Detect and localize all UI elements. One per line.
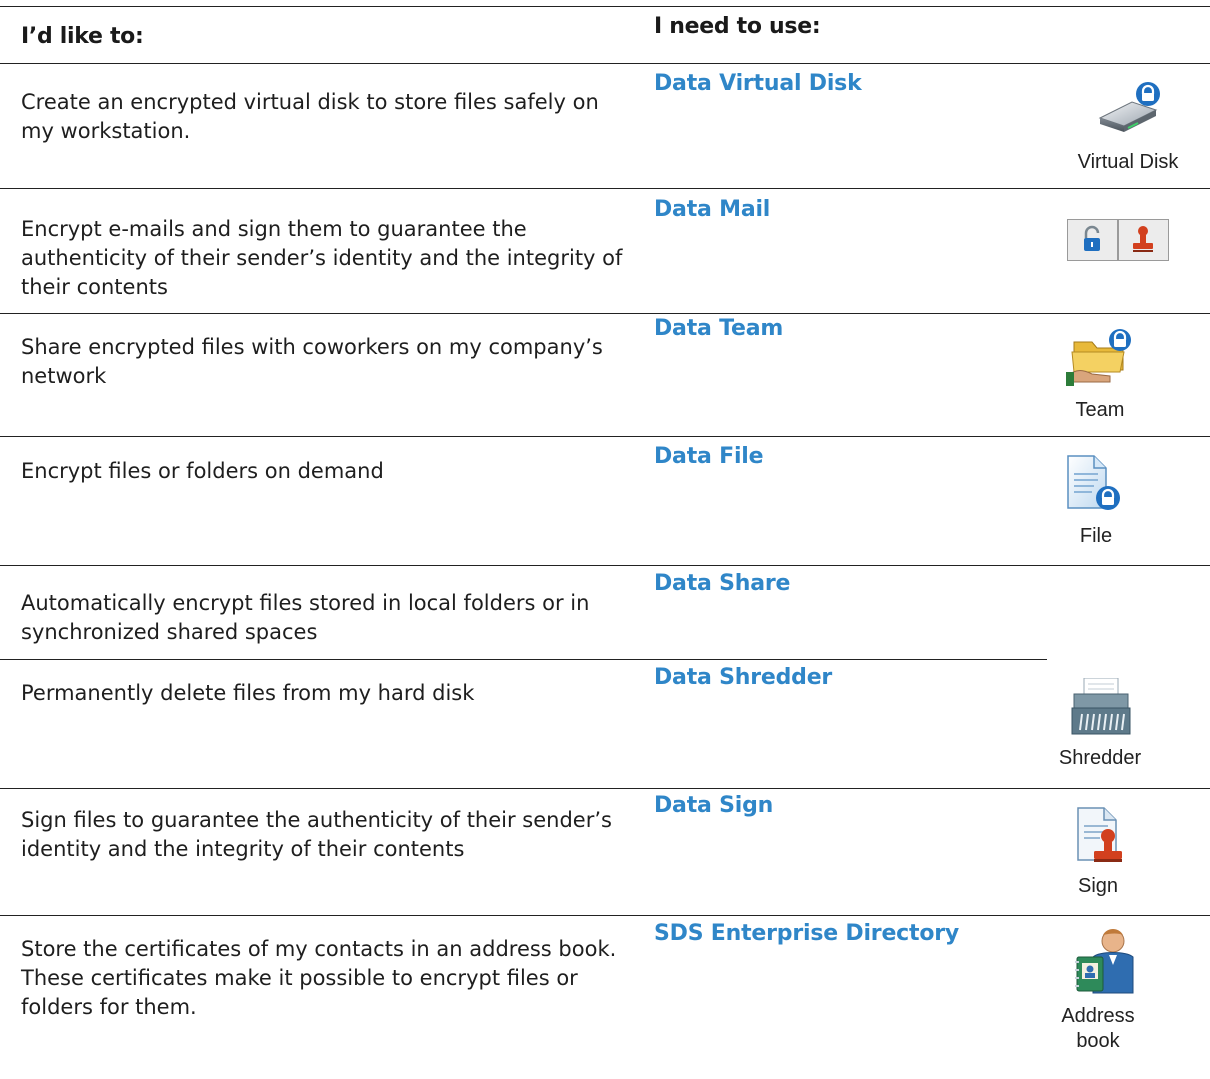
row-rule bbox=[0, 565, 1210, 566]
sign-icon bbox=[1074, 806, 1132, 866]
task-description: Store the certificates of my contacts in… bbox=[21, 937, 617, 1019]
file-icon-label: File bbox=[1079, 525, 1113, 547]
team-icon bbox=[1066, 328, 1134, 386]
row-rule bbox=[0, 915, 1210, 916]
task-description: Encrypt e-mails and sign them to guarant… bbox=[21, 217, 623, 299]
product-link-data-shredder[interactable]: Data Shredder bbox=[654, 665, 832, 690]
column-header-task: I’d like to: bbox=[21, 24, 144, 49]
product-link-data-share[interactable]: Data Share bbox=[654, 571, 790, 596]
row-rule bbox=[0, 436, 1210, 437]
product-link-data-file[interactable]: Data File bbox=[654, 444, 764, 469]
virtual-disk-icon bbox=[1098, 80, 1164, 136]
row-rule bbox=[0, 659, 1047, 660]
row-rule bbox=[0, 313, 1210, 314]
header-bottom-rule bbox=[0, 63, 1210, 64]
task-description: Create an encrypted virtual disk to stor… bbox=[21, 90, 599, 143]
row-rule bbox=[0, 188, 1210, 189]
address-book-icon bbox=[1073, 927, 1139, 995]
task-description: Encrypt files or folders on demand bbox=[21, 459, 384, 483]
task-description: Automatically encrypt files stored in lo… bbox=[21, 591, 590, 644]
product-link-sds-enterprise-directory[interactable]: SDS Enterprise Directory bbox=[654, 921, 959, 946]
team-icon-label: Team bbox=[1075, 399, 1125, 421]
product-link-data-virtual-disk[interactable]: Data Virtual Disk bbox=[654, 71, 862, 96]
task-description: Permanently delete files from my hard di… bbox=[21, 681, 475, 705]
product-link-data-sign[interactable]: Data Sign bbox=[654, 793, 773, 818]
task-description: Share encrypted files with coworkers on … bbox=[21, 335, 603, 388]
task-description: Sign files to guarantee the authenticity… bbox=[21, 808, 612, 861]
table-top-rule bbox=[0, 6, 1210, 7]
product-link-data-mail[interactable]: Data Mail bbox=[654, 197, 770, 222]
sign-icon-label: Sign bbox=[1077, 875, 1119, 897]
shredder-icon-label: Shredder bbox=[1058, 747, 1142, 769]
shredder-icon bbox=[1070, 677, 1132, 738]
product-link-data-team[interactable]: Data Team bbox=[654, 316, 783, 341]
row-rule bbox=[0, 788, 1210, 789]
column-header-product: I need to use: bbox=[654, 14, 821, 39]
file-icon bbox=[1064, 454, 1124, 514]
mail-encrypt-sign-icons bbox=[1067, 219, 1169, 261]
virtual-disk-icon-label: Virtual Disk bbox=[1077, 151, 1179, 173]
address-book-icon-label: Address book bbox=[1061, 1005, 1135, 1052]
